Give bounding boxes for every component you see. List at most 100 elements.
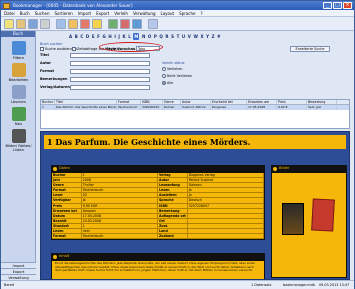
save-icon[interactable]: [28, 19, 38, 29]
alphabet-letter[interactable]: K: [123, 33, 126, 40]
info-value: [188, 223, 264, 229]
menu-sortieren[interactable]: Sortieren: [55, 10, 73, 16]
format-field[interactable]: [70, 69, 150, 74]
radio-dot[interactable]: [162, 74, 166, 78]
col-header[interactable]: Erscheint bei: [211, 100, 247, 104]
alphabet-letter[interactable]: Z: [212, 33, 215, 40]
extended-search-button[interactable]: Erweiterte Suche: [290, 46, 330, 52]
col-header[interactable]: Preis: [277, 100, 307, 104]
radio-verliehen[interactable]: Verliehen: [162, 67, 182, 71]
menu-import[interactable]: Import: [78, 10, 91, 16]
sidebar-item-label: Löschen: [11, 100, 26, 104]
menu-help[interactable]: ?: [200, 10, 202, 16]
alphabet-letter[interactable]: V: [188, 33, 191, 40]
alphabet-letter[interactable]: I: [114, 33, 116, 40]
menu-verleih[interactable]: Verleih: [114, 10, 128, 16]
book-images-panel: [271, 172, 347, 278]
import-icon[interactable]: [120, 19, 130, 29]
info-key: Sprache: [158, 198, 188, 203]
search-icon[interactable]: [56, 19, 66, 29]
info-value: 2008: [82, 178, 158, 183]
info-key: Lesen: [158, 188, 188, 193]
alphabet-letter[interactable]: Q: [159, 33, 162, 40]
sidebar-item-loeschen[interactable]: Löschen: [4, 85, 33, 104]
verlag-field[interactable]: [70, 85, 150, 90]
checkbox-box[interactable]: [72, 47, 76, 51]
alphabet-letter[interactable]: R: [165, 33, 168, 40]
info-value: Taschenbuch: [82, 234, 158, 239]
autor-field[interactable]: [70, 61, 150, 66]
alphabet-bar: A B C D E F G H I J K L M N O P Q R S T U V W X Y Z #: [69, 33, 221, 40]
sidebar-item-neu[interactable]: Neu: [4, 107, 33, 126]
col-header[interactable]: Buchnr: [41, 100, 55, 104]
bemerkungen-field[interactable]: [70, 77, 150, 82]
col-header[interactable]: Format: [117, 100, 141, 104]
print-icon[interactable]: [40, 19, 50, 29]
web-icon[interactable]: [132, 19, 142, 29]
alphabet-letter[interactable]: P: [154, 33, 157, 40]
minimize-button[interactable]: _: [323, 2, 332, 9]
table-row[interactable]: 1 Das Parfüm: Die Geschichte eines Mörde…: [41, 105, 349, 110]
alphabet-letter[interactable]: Y: [206, 33, 209, 40]
alphabet-letter[interactable]: #: [217, 33, 220, 40]
alphabet-letter[interactable]: W: [193, 33, 197, 40]
book-cover-image[interactable]: [282, 203, 304, 235]
alphabet-letter[interactable]: L: [128, 33, 131, 40]
titel-field[interactable]: [70, 53, 150, 58]
info-key: Preis: [52, 203, 82, 208]
menu-export[interactable]: Export: [96, 10, 109, 16]
col-header[interactable]: Bewertung: [307, 100, 337, 104]
info-value: [188, 234, 264, 239]
star-icon[interactable]: [92, 19, 102, 29]
edit-icon[interactable]: [68, 19, 78, 29]
alphabet-letter[interactable]: D: [86, 33, 89, 40]
alphabet-letter[interactable]: G: [102, 33, 105, 40]
sidebar-item-bilder[interactable]: Bilder/ Fakten/ Listen: [4, 129, 33, 152]
alphabet-letter[interactable]: B: [75, 33, 78, 40]
new-icon[interactable]: [4, 19, 14, 29]
radio-dot[interactable]: [162, 67, 166, 71]
menu-datei[interactable]: Datei: [4, 10, 15, 16]
col-header[interactable]: Erworben am: [247, 100, 277, 104]
alphabet-letter[interactable]: O: [148, 33, 151, 40]
alphabet-letter[interactable]: H: [108, 33, 111, 40]
menu-layout[interactable]: Layout: [161, 10, 175, 16]
alphabet-letter[interactable]: N: [142, 33, 145, 40]
alphabet-letter[interactable]: F: [97, 33, 100, 40]
menu-sprache[interactable]: Sprache: [179, 10, 195, 16]
export-icon[interactable]: [108, 19, 118, 29]
field-label-bemerkungen: Bemerkungen: [40, 77, 68, 81]
radio-dot[interactable]: [162, 81, 166, 85]
images-header-wrap: Bilder: [271, 165, 347, 172]
alphabet-letter[interactable]: T: [177, 33, 180, 40]
alphabet-letter[interactable]: A: [69, 33, 72, 40]
alphabet-letter[interactable]: U: [182, 33, 185, 40]
col-header[interactable]: ISBN: [141, 100, 163, 104]
alphabet-letter[interactable]: J: [118, 33, 120, 40]
radio-nicht-verliehen[interactable]: Nicht Verliehen: [162, 74, 192, 78]
info-key: Format: [52, 188, 82, 193]
alphabet-letter[interactable]: X: [200, 33, 203, 40]
menu-verwaltung[interactable]: Verwaltung: [133, 10, 156, 16]
col-header[interactable]: Autor: [181, 100, 211, 104]
col-header[interactable]: Titel: [55, 100, 117, 104]
sidebar-item-filtern[interactable]: Filtern: [4, 41, 33, 60]
info-key: Ausleihen: [158, 193, 188, 198]
alphabet-letter[interactable]: S: [171, 33, 174, 40]
alphabet-letter[interactable]: E: [92, 33, 95, 40]
book-back-image[interactable]: [311, 198, 335, 232]
info-key: Datum: [52, 213, 82, 218]
radio-alle[interactable]: Alle: [162, 81, 173, 85]
help-icon[interactable]: [148, 19, 158, 29]
menu-buch[interactable]: Buch: [20, 10, 30, 16]
maximize-button[interactable]: □: [333, 2, 342, 9]
alphabet-letter[interactable]: M: [133, 33, 140, 40]
col-header[interactable]: Genre: [163, 100, 181, 104]
sidebar-item-bearbeiten[interactable]: Bearbeiten: [4, 63, 33, 82]
menu-suchen[interactable]: Suchen: [35, 10, 50, 16]
delete-icon[interactable]: [80, 19, 90, 29]
checkbox-box[interactable]: [40, 47, 44, 51]
alphabet-letter[interactable]: C: [80, 33, 83, 40]
open-icon[interactable]: [16, 19, 26, 29]
close-button[interactable]: ×: [343, 2, 352, 9]
